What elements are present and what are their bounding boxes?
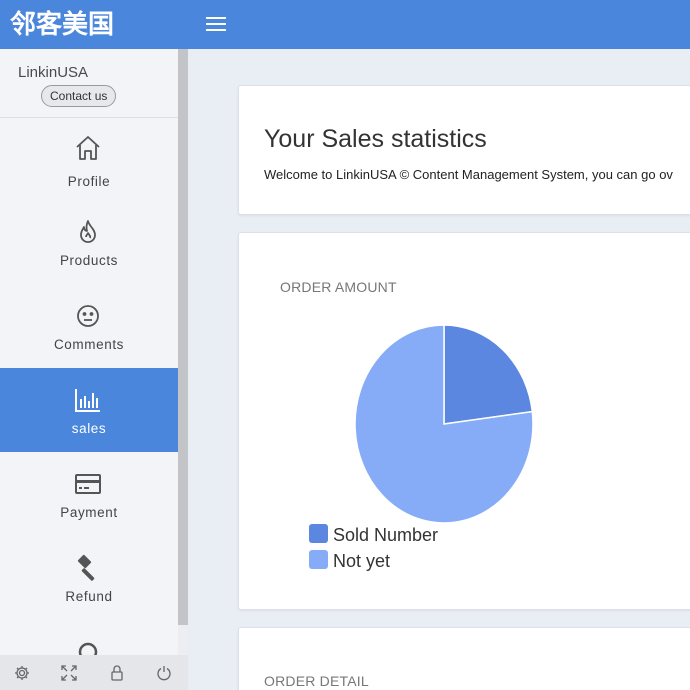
bar-chart-icon <box>75 389 100 412</box>
flame-icon <box>80 220 96 243</box>
order-amount-card: ORDER AMOUNT Sold Number Not yet <box>238 232 690 610</box>
legend-swatch-sold <box>309 524 328 543</box>
power-icon[interactable] <box>155 664 173 682</box>
expand-icon[interactable] <box>60 664 78 682</box>
home-icon <box>76 136 100 160</box>
scrollbar-thumb[interactable] <box>178 49 188 625</box>
sidebar-item-label: Profile <box>67 174 111 189</box>
face-icon <box>77 305 99 327</box>
sidebar-item-label: Payment <box>60 505 118 520</box>
lock-icon[interactable] <box>108 664 126 682</box>
user-box: LinkinUSA Contact us <box>0 49 178 118</box>
sidebar-item-refund[interactable]: Refund <box>0 536 178 620</box>
sidebar-item-products[interactable]: Products <box>0 200 178 284</box>
sidebar-item-sales[interactable]: sales <box>0 368 178 452</box>
gavel-icon <box>77 554 95 581</box>
legend-label-not-yet: Not yet <box>333 551 391 571</box>
sidebar-item-comments[interactable]: Comments <box>0 284 178 368</box>
sidebar-item-partial[interactable] <box>0 620 178 655</box>
order-detail-label: ORDER DETAIL <box>264 673 369 689</box>
user-name: LinkinUSA <box>18 64 89 81</box>
order-amount-pie-chart <box>354 324 534 524</box>
contact-us-button[interactable]: Contact us <box>41 85 117 107</box>
sidebar-item-label: Refund <box>65 589 113 604</box>
sidebar-item-label: Comments <box>53 337 125 352</box>
sidebar-item-label: Products <box>59 253 119 268</box>
sidebar-item-label: sales <box>71 421 107 436</box>
logo[interactable]: 邻客美国 <box>10 9 114 41</box>
pie-slice-sold-number[interactable] <box>443 324 534 425</box>
order-detail-card: ORDER DETAIL <box>238 627 690 690</box>
sidebar-footer <box>0 655 188 690</box>
menu-toggle-icon[interactable] <box>203 14 229 34</box>
gear-icon[interactable] <box>13 664 31 682</box>
sidebar-item-payment[interactable]: Payment <box>0 452 178 536</box>
top-bar: 邻客美国 <box>0 0 690 49</box>
page-title: Your Sales statistics <box>264 125 487 153</box>
welcome-text: Welcome to LinkinUSA © Content Managemen… <box>264 167 673 182</box>
legend-swatch-not-yet <box>309 550 328 569</box>
sidebar: LinkinUSA Contact us Profile Products Co… <box>0 49 178 655</box>
credit-card-icon <box>75 474 101 494</box>
search-icon <box>78 642 98 655</box>
legend-label-sold: Sold Number <box>333 525 439 545</box>
welcome-card: Your Sales statistics Welcome to LinkinU… <box>238 85 690 215</box>
sidebar-scrollbar[interactable] <box>178 49 188 655</box>
sidebar-item-profile[interactable]: Profile <box>0 118 178 200</box>
